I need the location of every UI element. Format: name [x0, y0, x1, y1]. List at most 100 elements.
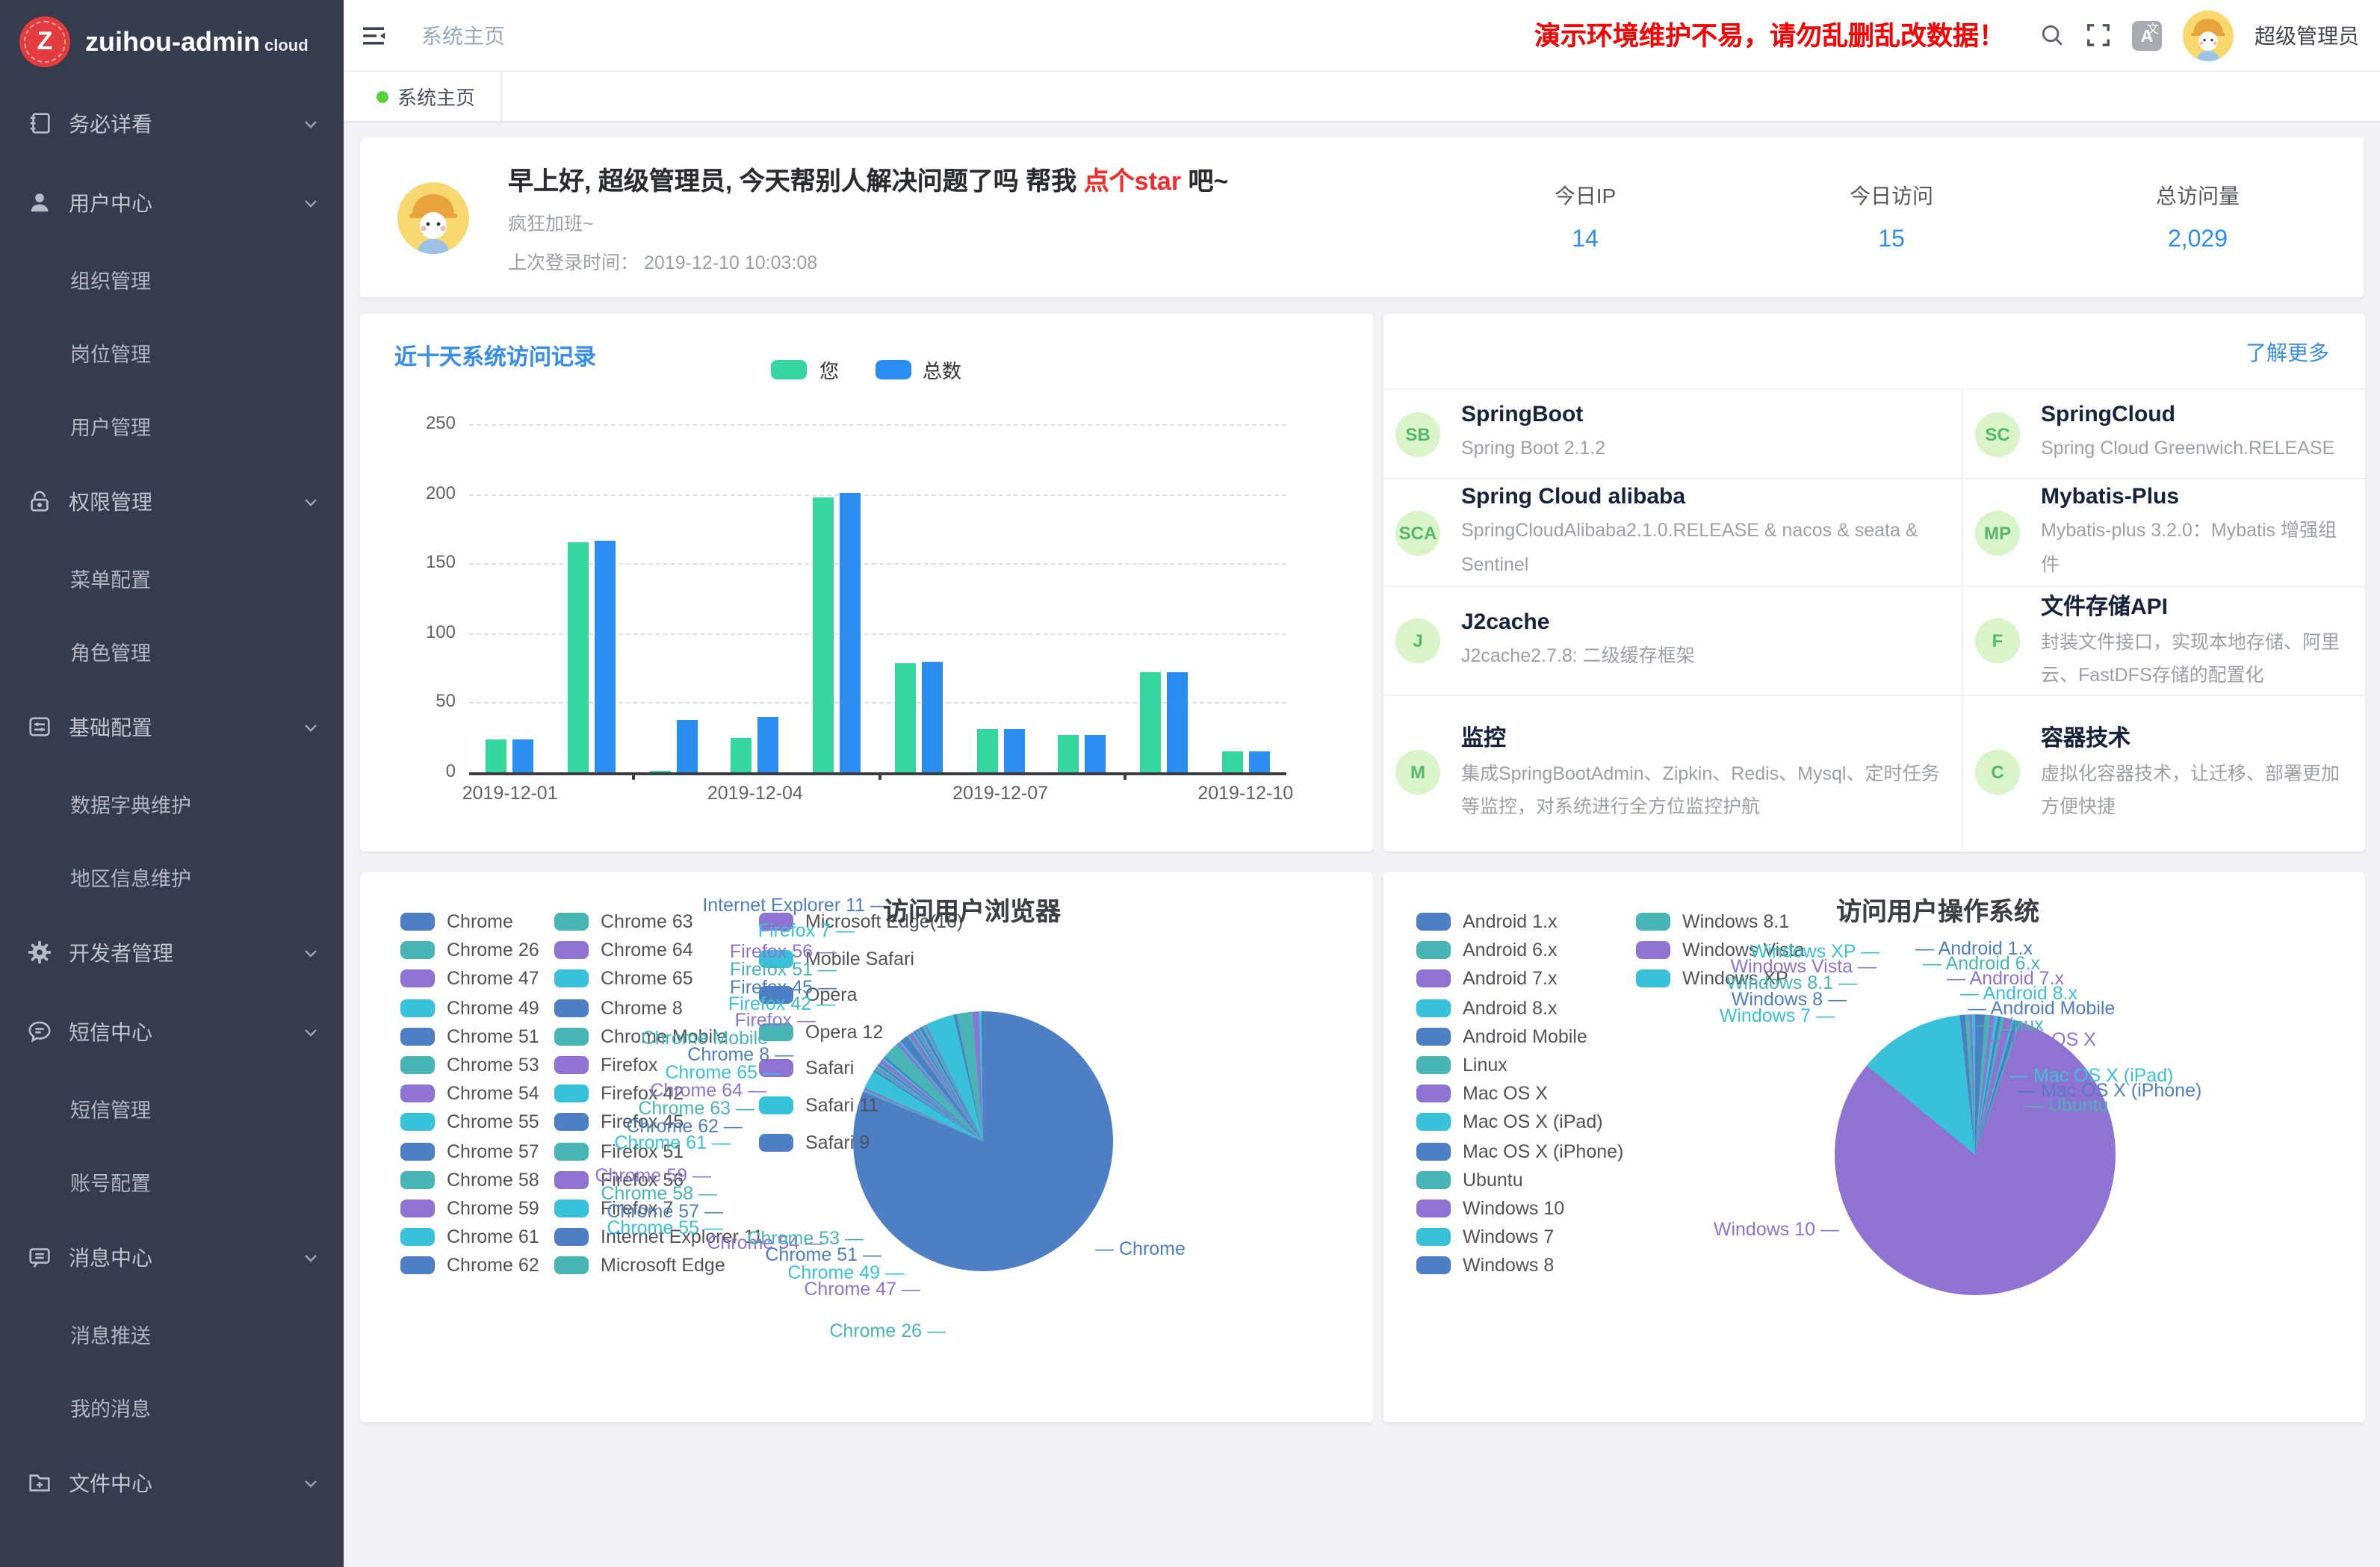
legend-item[interactable]: Android 6.x	[1416, 940, 1557, 961]
legend-item[interactable]: Mac OS X (iPad)	[1416, 1112, 1603, 1133]
legend-swatch	[554, 999, 589, 1017]
env-warning-text: 演示环境维护不易，请勿乱删乱改数据！	[1534, 16, 2005, 54]
navbar: 系统主页 演示环境维护不易，请勿乱删乱改数据！ A文 超级管理员	[344, 0, 2380, 72]
y-axis-label: 200	[390, 482, 456, 503]
sidebar-item-0[interactable]: 务必详看	[0, 84, 344, 163]
sidebar-item-15[interactable]: 消息中心	[0, 1217, 344, 1297]
sidebar-item-16[interactable]: 消息推送	[0, 1297, 344, 1370]
legend-swatch	[554, 970, 589, 988]
legend-item[interactable]: Ubuntu	[1416, 1170, 1523, 1191]
bar-group	[1123, 424, 1204, 772]
legend-item[interactable]: Mac OS X (iPhone)	[1416, 1141, 1623, 1161]
legend-item[interactable]: Microsoft Edge	[554, 1256, 725, 1276]
stat-today-visits: 今日访问15	[1772, 137, 2011, 297]
greeting-avatar	[397, 181, 469, 253]
sidebar-item-8[interactable]: 基础配置	[0, 687, 344, 766]
pie-label: Windows 7 —	[1720, 1007, 1835, 1025]
legend-item[interactable]: Safari 11	[759, 1095, 878, 1116]
legend-item[interactable]: Chrome	[400, 911, 513, 932]
legend-item[interactable]: Android 1.x	[1416, 911, 1557, 932]
legend-item[interactable]: Chrome 26	[400, 940, 539, 961]
legend-item[interactable]: Chrome 49	[400, 997, 539, 1018]
legend-swatch	[554, 1028, 589, 1046]
legend-item[interactable]: Chrome 55	[400, 1112, 539, 1133]
legend-item[interactable]: Android Mobile	[1416, 1026, 1587, 1047]
chevron-down-icon	[302, 1023, 320, 1040]
sidebar-item-17[interactable]: 我的消息	[0, 1370, 344, 1443]
legend-item[interactable]: Firefox	[554, 1055, 657, 1076]
legend-swatch	[1416, 941, 1451, 959]
tech-card-5: F文件存储API封装文件接口，实现本地存储、阿里云、FastDFS存储的配置化	[1962, 586, 2365, 695]
sidebar-item-11[interactable]: 开发者管理	[0, 913, 344, 992]
legend-item[interactable]: Windows 8.1	[1636, 911, 1789, 932]
browser-pie	[853, 1011, 1113, 1271]
sidebar-item-3[interactable]: 岗位管理	[0, 315, 344, 388]
bar	[976, 729, 997, 772]
stat-today-ip: 今日IP14	[1466, 137, 1705, 297]
legend-item[interactable]: Chrome 8	[554, 997, 683, 1018]
tech-card-title: J2cache	[1461, 609, 1695, 635]
sidebar-item-10[interactable]: 地区信息维护	[0, 840, 344, 913]
sidebar-item-18[interactable]: 文件中心	[0, 1443, 344, 1522]
sidebar-item-5[interactable]: 权限管理	[0, 462, 344, 541]
legend-item[interactable]: Chrome 47	[400, 969, 539, 990]
folder-plus-icon	[27, 1470, 52, 1495]
chevron-down-icon	[302, 114, 320, 132]
bar	[840, 492, 861, 772]
search-icon[interactable]	[2039, 22, 2065, 48]
sidebar-item-9[interactable]: 数据字典维护	[0, 766, 344, 840]
tech-card-desc: 集成SpringBootAdmin、Zipkin、Redis、Mysql、定时任…	[1461, 757, 1944, 824]
sidebar-item-13[interactable]: 短信管理	[0, 1071, 344, 1144]
legend-item[interactable]: 总数	[875, 356, 961, 384]
sidebar-item-2[interactable]: 组织管理	[0, 242, 344, 315]
legend-item[interactable]: Chrome 53	[400, 1055, 539, 1076]
legend-item[interactable]: Chrome 63	[554, 911, 693, 932]
legend-item[interactable]: Chrome 57	[400, 1141, 539, 1161]
fullscreen-icon[interactable]	[2086, 22, 2111, 48]
learn-more-link[interactable]: 了解更多	[2246, 338, 2329, 367]
legend-item[interactable]: 您	[772, 356, 839, 384]
visit-chart-card: 近十天系统访问记录 您总数 2502001501005002019-12-012…	[360, 314, 1373, 851]
sidebar-item-4[interactable]: 用户管理	[0, 388, 344, 462]
logo-icon: Z	[19, 16, 70, 67]
legend-item[interactable]: Windows 8	[1416, 1256, 1554, 1276]
legend-item[interactable]: Linux	[1416, 1055, 1507, 1076]
legend-item[interactable]: Chrome 65	[554, 969, 693, 990]
legend-item[interactable]: Chrome 58	[400, 1170, 539, 1191]
tech-card-title: Spring Cloud alibaba	[1461, 484, 1944, 509]
tech-avatar: C	[1975, 750, 2020, 795]
tech-avatar: M	[1395, 750, 1440, 795]
legend-item[interactable]: Chrome 51	[400, 1026, 539, 1047]
font-size-icon[interactable]: A文	[2132, 20, 2162, 50]
legend-item[interactable]: Android 8.x	[1416, 997, 1557, 1018]
sidebar-item-1[interactable]: 用户中心	[0, 163, 344, 242]
legend-item[interactable]: Mac OS X	[1416, 1083, 1548, 1104]
tech-card-title: 容器技术	[2041, 721, 2347, 752]
legend-item[interactable]: Chrome 64	[554, 940, 693, 961]
legend-item[interactable]: Chrome 54	[400, 1083, 539, 1104]
sidebar-item-14[interactable]: 账号配置	[0, 1144, 344, 1217]
x-axis-label: 2019-12-10	[1156, 783, 1335, 804]
legend-item[interactable]: Chrome 61	[400, 1226, 539, 1247]
menu-fold-icon[interactable]	[360, 22, 387, 49]
legend-item[interactable]: Chrome 59	[400, 1198, 539, 1219]
breadcrumb[interactable]: 系统主页	[421, 20, 505, 50]
chevron-down-icon	[302, 193, 320, 211]
star-link[interactable]: 点个star	[1084, 167, 1181, 196]
legend-swatch	[400, 1114, 435, 1132]
tab-home[interactable]: 系统主页	[359, 72, 502, 121]
legend-item[interactable]: Android 7.x	[1416, 969, 1557, 990]
sidebar-item-7[interactable]: 角色管理	[0, 614, 344, 687]
bar	[1058, 735, 1079, 772]
avatar[interactable]	[2183, 10, 2234, 60]
legend-item[interactable]: Chrome 62	[400, 1256, 539, 1276]
legend-item[interactable]: Safari 9	[759, 1132, 870, 1152]
legend-swatch	[1416, 970, 1451, 988]
sidebar-item-6[interactable]: 菜单配置	[0, 541, 344, 614]
sidebar-item-12[interactable]: 短信中心	[0, 992, 344, 1071]
legend-item[interactable]: Windows 10	[1416, 1198, 1564, 1219]
username[interactable]: 超级管理员	[2255, 20, 2359, 50]
sidebar-item-label: 权限管理	[69, 486, 302, 516]
tags-bar: 系统主页	[344, 72, 2380, 122]
legend-item[interactable]: Windows 7	[1416, 1226, 1554, 1247]
